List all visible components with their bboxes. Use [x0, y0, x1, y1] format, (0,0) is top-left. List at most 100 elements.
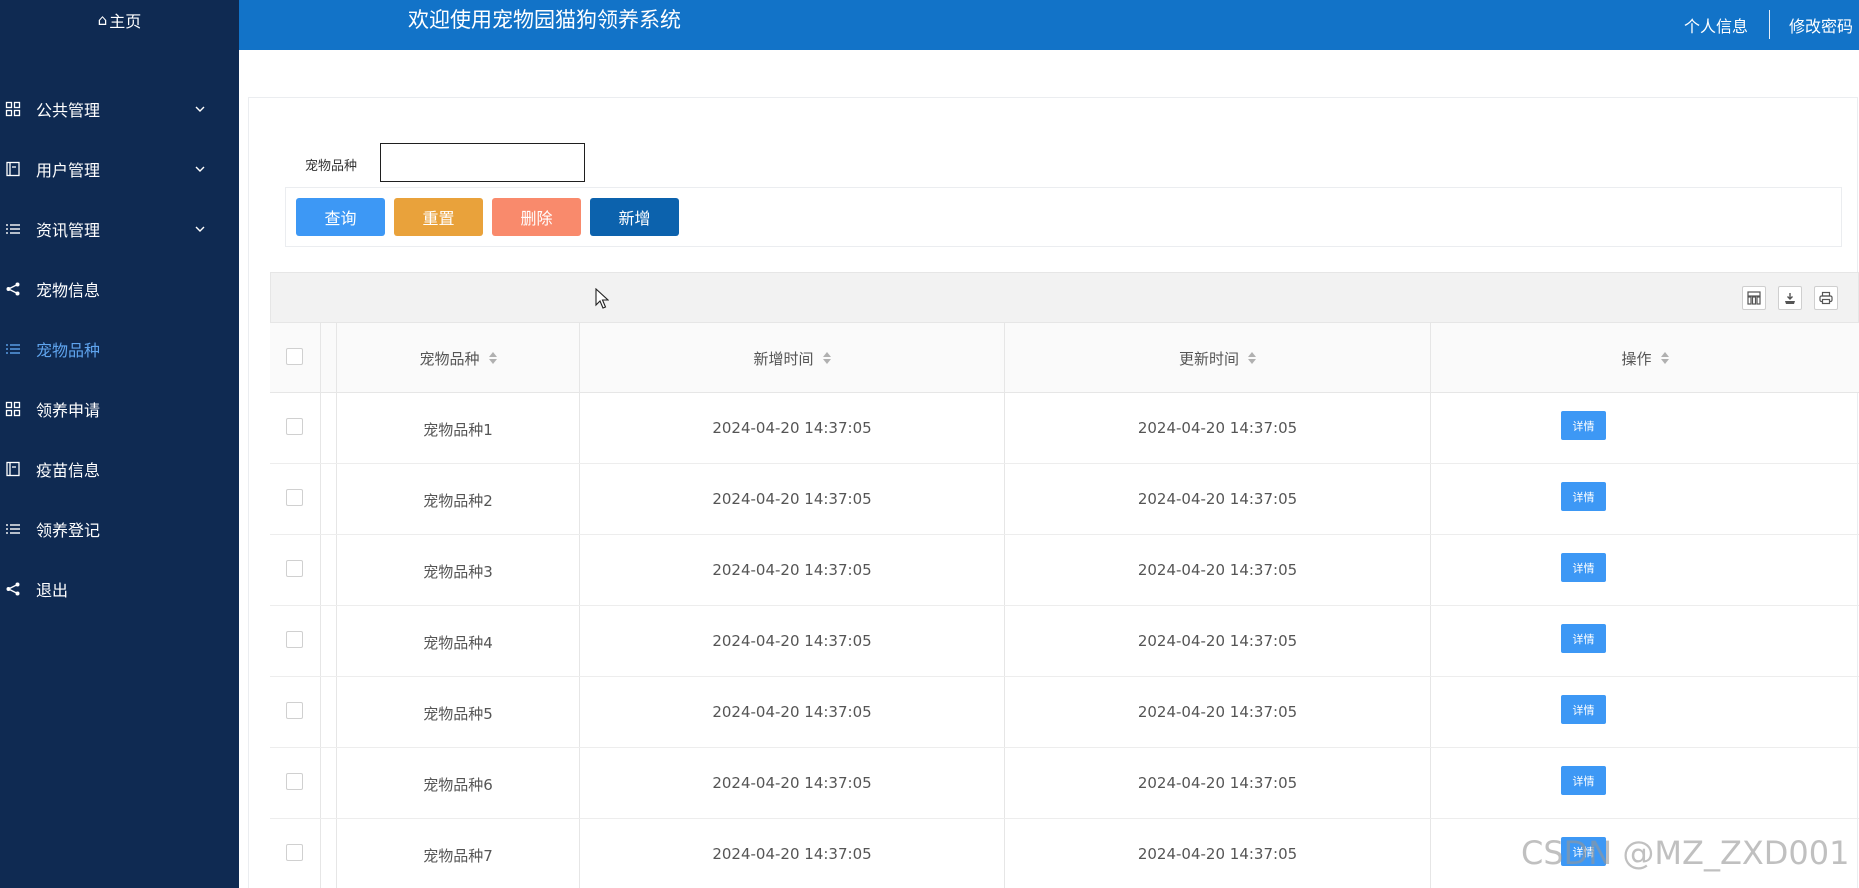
sidebar-item[interactable]: 疫苗信息	[0, 439, 239, 499]
reset-button[interactable]: 重置	[394, 198, 483, 236]
cell-breed: 宠物品种3	[423, 563, 493, 581]
export-icon[interactable]	[1778, 286, 1802, 310]
cell-updated-time: 2024-04-20 14:37:05	[1137, 845, 1298, 863]
row-checkbox[interactable]	[286, 418, 303, 435]
sort-icon[interactable]	[488, 352, 497, 364]
columns-icon[interactable]	[1742, 286, 1766, 310]
column-header-updated[interactable]: 更新时间	[1005, 323, 1430, 393]
sidebar-item[interactable]: 领养申请	[0, 379, 239, 439]
header-divider	[1769, 10, 1770, 39]
chevron-down-icon[interactable]	[192, 161, 208, 177]
column-header-label: 操作	[1621, 349, 1652, 368]
home-label: 主页	[109, 12, 142, 31]
page-title: 欢迎使用宠物园猫狗领养系统	[408, 8, 681, 32]
cell-updated-time: 2024-04-20 14:37:05	[1137, 774, 1298, 792]
cell-breed: 宠物品种1	[423, 421, 493, 439]
table-toolbar	[270, 272, 1859, 323]
add-button[interactable]: 新增	[590, 198, 679, 236]
detail-button[interactable]: 详情	[1561, 766, 1606, 795]
print-icon[interactable]	[1814, 286, 1838, 310]
top-header: 欢迎使用宠物园猫狗领养系统 个人信息 修改密码	[239, 0, 1859, 50]
sort-icon[interactable]	[822, 352, 831, 364]
cell-created-time: 2024-04-20 14:37:05	[712, 774, 872, 792]
home-icon: ⌂	[97, 11, 108, 29]
grid-icon	[5, 401, 21, 417]
cell-created-time: 2024-04-20 14:37:05	[712, 419, 872, 437]
detail-button[interactable]: 详情	[1561, 624, 1606, 653]
sidebar-item-label: 领养申请	[36, 401, 101, 420]
sort-icon[interactable]	[1660, 352, 1669, 364]
search-label: 宠物品种	[305, 159, 358, 174]
column-header-label: 新增时间	[753, 349, 814, 368]
sidebar-item[interactable]: 领养登记	[0, 499, 239, 559]
row-checkbox[interactable]	[286, 631, 303, 648]
row-checkbox[interactable]	[286, 560, 303, 577]
mouse-cursor-icon	[595, 288, 609, 309]
watermark: CSDN @MZ_ZXD001	[1521, 834, 1850, 872]
column-header-created[interactable]: 新增时间	[580, 323, 1004, 393]
select-all-checkbox[interactable]	[286, 348, 303, 365]
cell-created-time: 2024-04-20 14:37:05	[712, 845, 872, 863]
cell-updated-time: 2024-04-20 14:37:05	[1137, 703, 1298, 721]
cell-updated-time: 2024-04-20 14:37:05	[1137, 490, 1298, 508]
cell-updated-time: 2024-04-20 14:37:05	[1137, 419, 1298, 437]
sidebar-item-label: 退出	[36, 581, 69, 600]
detail-button[interactable]: 详情	[1561, 553, 1606, 582]
change-password-link[interactable]: 修改密码	[1789, 13, 1853, 37]
sidebar-item[interactable]: 宠物品种	[0, 319, 239, 379]
row-checkbox[interactable]	[286, 489, 303, 506]
profile-link[interactable]: 个人信息	[1684, 13, 1748, 37]
detail-button[interactable]: 详情	[1561, 411, 1606, 440]
cell-updated-time: 2024-04-20 14:37:05	[1137, 561, 1298, 579]
sidebar-item[interactable]: 公共管理	[0, 79, 239, 139]
cell-created-time: 2024-04-20 14:37:05	[712, 561, 872, 579]
sidebar-item-label: 领养登记	[36, 521, 101, 540]
row-checkbox[interactable]	[286, 773, 303, 790]
detail-button[interactable]: 详情	[1561, 482, 1606, 511]
app-window: ⌂ 主页 公共管理 用户管理 资讯管理 宠物信息 宠物品种 领养申请 疫苗信息 领养登记 退出 …	[0, 0, 1859, 888]
sidebar-item-label: 宠物品种	[36, 341, 101, 360]
cell-created-time: 2024-04-20 14:37:05	[712, 632, 872, 650]
sidebar-item[interactable]: 资讯管理	[0, 199, 239, 259]
row-checkbox[interactable]	[286, 702, 303, 719]
column-header-actions[interactable]: 操作	[1431, 323, 1859, 393]
home-link[interactable]: ⌂ 主页	[0, 0, 239, 40]
row-checkbox[interactable]	[286, 844, 303, 861]
breed-search-input[interactable]	[380, 143, 585, 182]
cell-updated-time: 2024-04-20 14:37:05	[1137, 632, 1298, 650]
sidebar-item-label: 资讯管理	[36, 221, 101, 240]
cell-breed: 宠物品种5	[423, 705, 493, 723]
sidebar-item[interactable]: 宠物信息	[0, 259, 239, 319]
sort-icon[interactable]	[1248, 352, 1256, 364]
sidebar-item-label: 用户管理	[36, 161, 101, 180]
sidebar-item-label: 疫苗信息	[36, 461, 101, 480]
cell-created-time: 2024-04-20 14:37:05	[712, 703, 872, 721]
book-icon	[5, 461, 21, 477]
sidebar: ⌂ 主页 公共管理用户管理资讯管理宠物信息宠物品种领养申请疫苗信息领养登记退出	[0, 0, 239, 888]
cell-created-time: 2024-04-20 14:37:05	[712, 490, 872, 508]
grid-icon	[5, 101, 21, 117]
column-header-label: 宠物品种	[419, 349, 480, 368]
list-icon	[5, 341, 21, 357]
chevron-down-icon[interactable]	[192, 101, 208, 117]
sidebar-menu: 公共管理用户管理资讯管理宠物信息宠物品种领养申请疫苗信息领养登记退出	[0, 79, 239, 619]
column-header-breed[interactable]: 宠物品种	[337, 323, 579, 393]
book-icon	[5, 161, 21, 177]
list-icon	[5, 221, 21, 237]
list-icon	[5, 521, 21, 537]
detail-button[interactable]: 详情	[1561, 695, 1606, 724]
sidebar-item-label: 公共管理	[36, 101, 101, 120]
share-icon	[5, 581, 21, 597]
cell-breed: 宠物品种6	[423, 776, 493, 794]
chevron-down-icon[interactable]	[192, 221, 208, 237]
sidebar-item[interactable]: 用户管理	[0, 139, 239, 199]
column-header-label: 更新时间	[1178, 349, 1239, 368]
cell-breed: 宠物品种7	[423, 847, 493, 865]
sidebar-item-label: 宠物信息	[36, 281, 101, 300]
cell-breed: 宠物品种2	[423, 492, 493, 510]
share-icon	[5, 281, 21, 297]
cell-breed: 宠物品种4	[423, 634, 493, 652]
query-button[interactable]: 查询	[296, 198, 385, 236]
sidebar-item[interactable]: 退出	[0, 559, 239, 619]
delete-button[interactable]: 删除	[492, 198, 581, 236]
